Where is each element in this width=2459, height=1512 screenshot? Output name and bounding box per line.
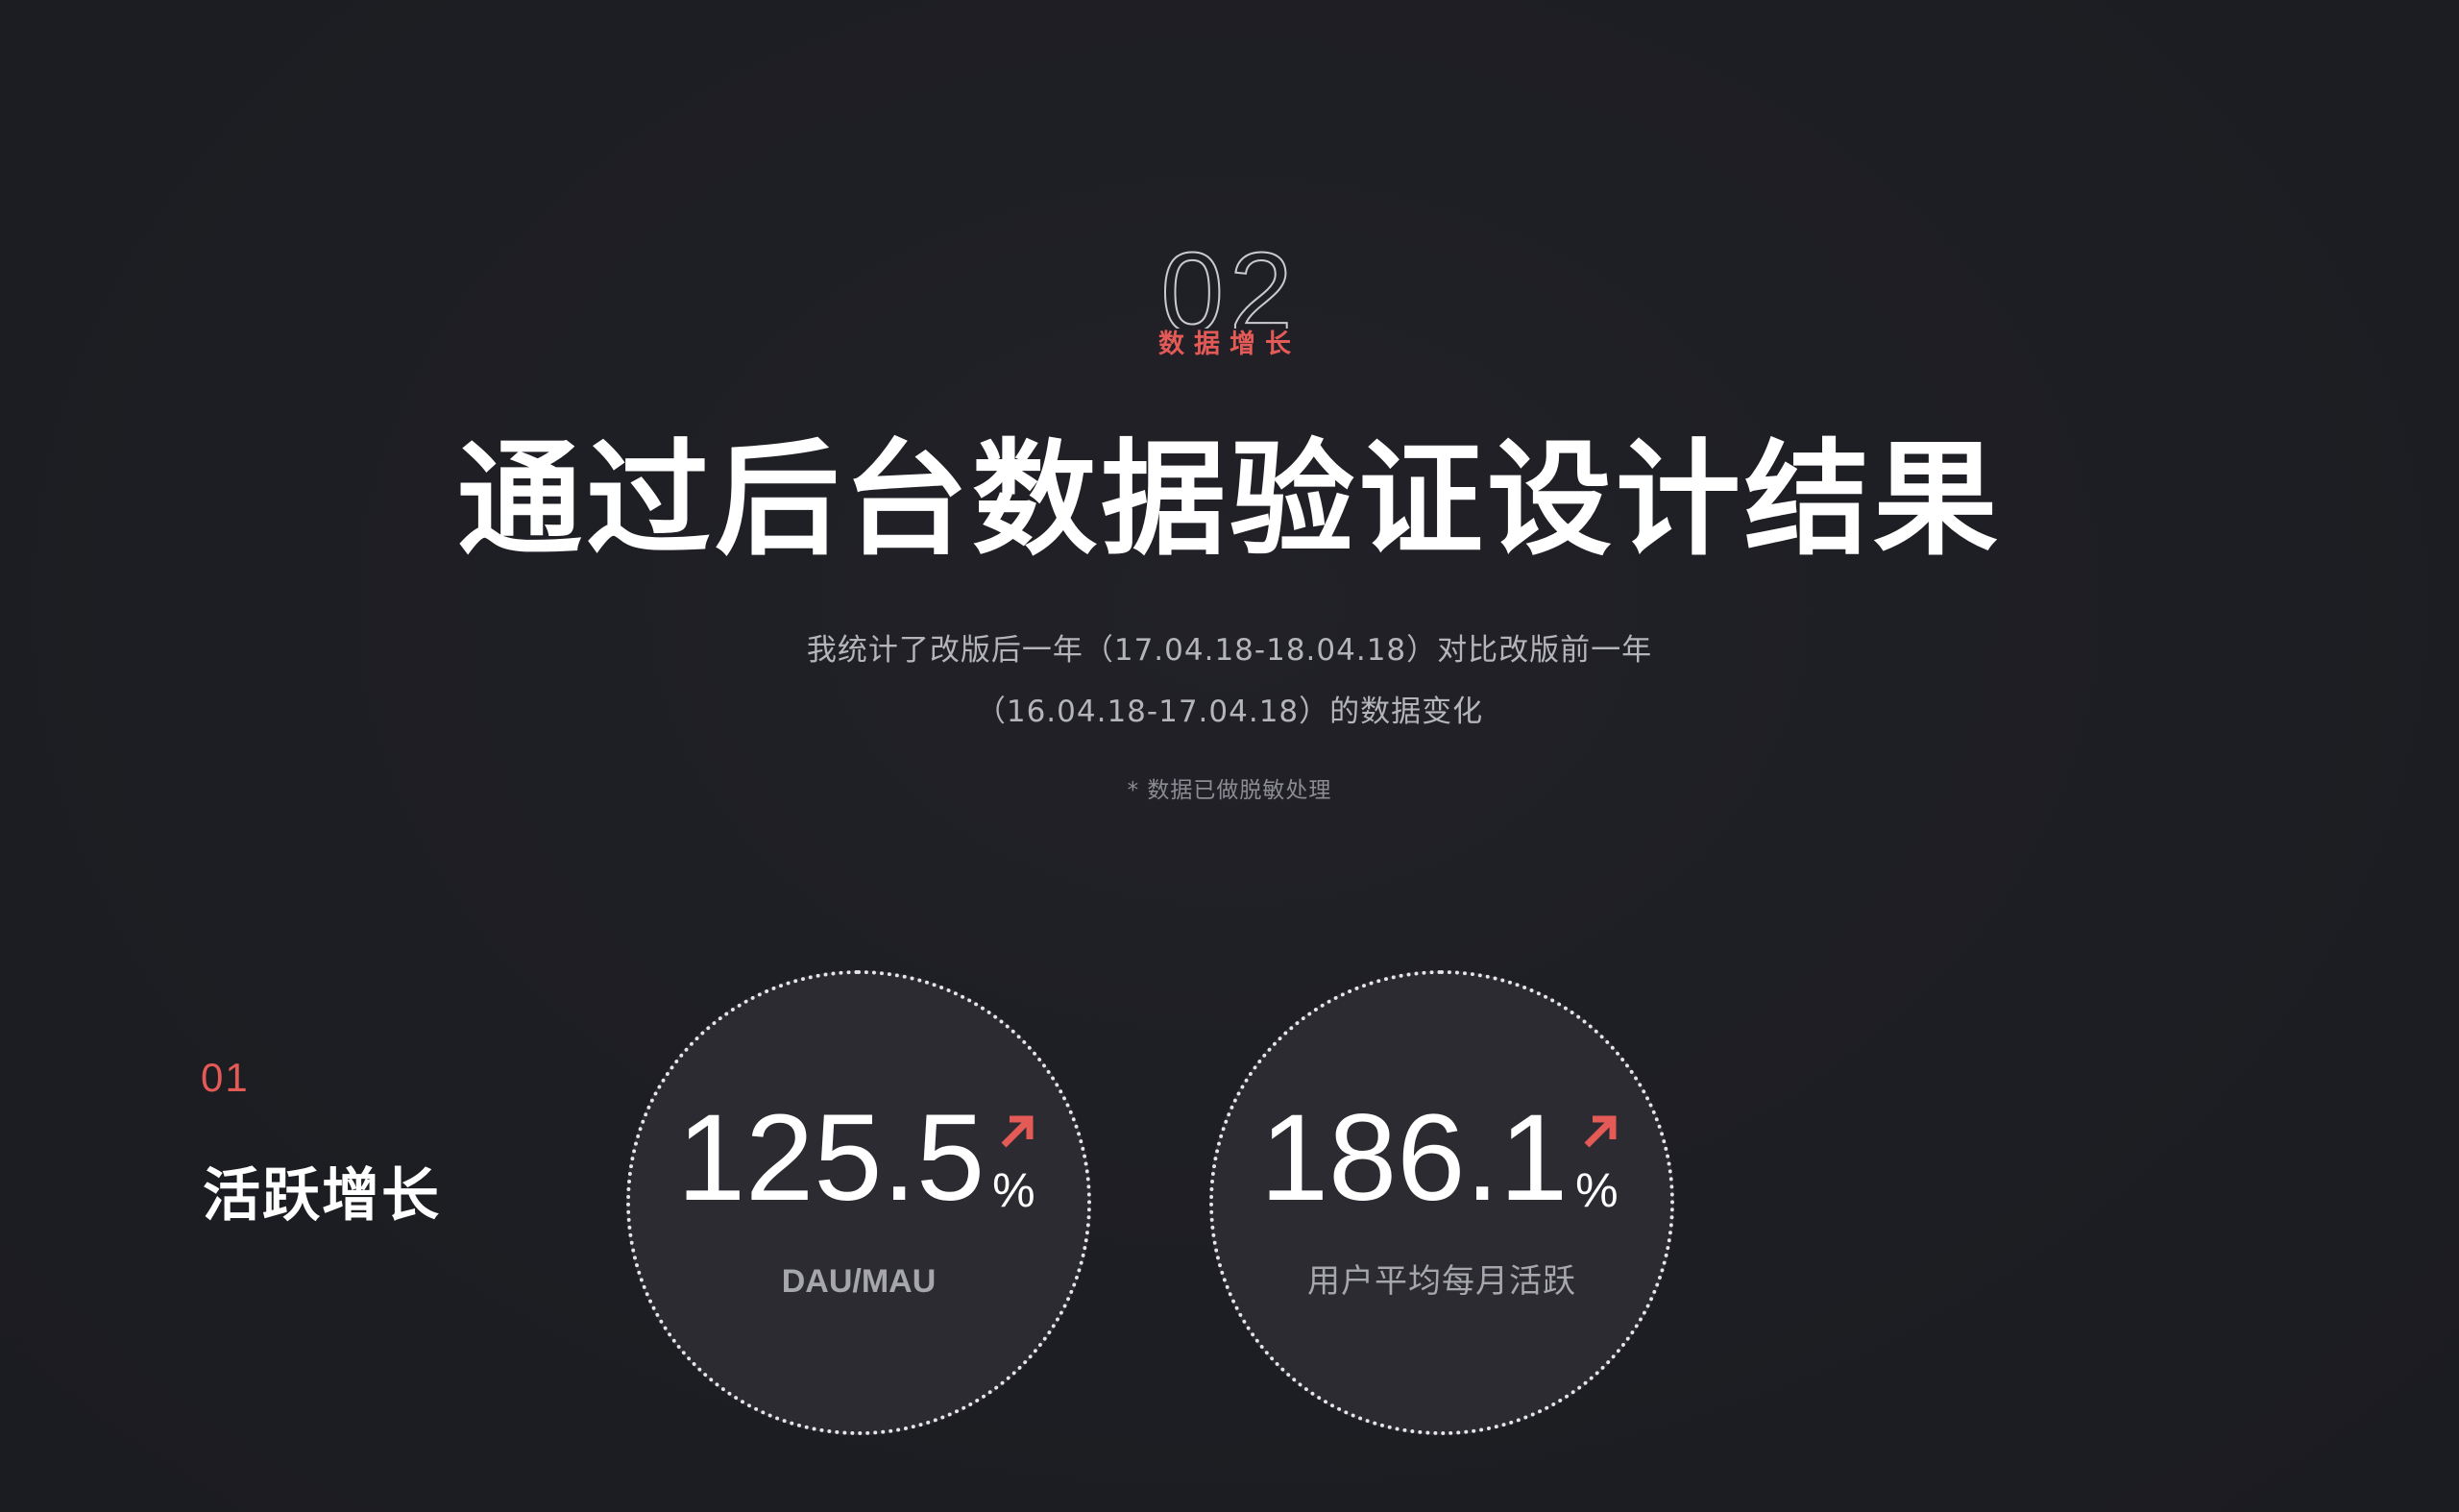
- stat-suffix: %: [990, 1097, 1040, 1220]
- description-line-2: （16.04.18-17.04.18）的数据变化: [975, 695, 1484, 729]
- stat-label: DAU/MAU: [781, 1263, 937, 1300]
- section-number: 02: [1159, 236, 1299, 329]
- stat-value: 125.5: [676, 1089, 986, 1227]
- arrow-up-right-icon: [1001, 1115, 1034, 1148]
- subsection-number: 01: [201, 1055, 250, 1100]
- stat-label: 用户平均每月活跃: [1307, 1262, 1576, 1301]
- stat-value: 186.1: [1259, 1089, 1569, 1227]
- description-line-1: 我统计了改版后一年（17.04.18-18.04.18）对比改版前一年: [806, 633, 1653, 668]
- stat-unit: %: [992, 1163, 1035, 1217]
- stat-suffix: %: [1573, 1097, 1623, 1220]
- page-title: 通过后台数据验证设计结果: [456, 427, 2002, 573]
- section-tag: 数据增长: [1158, 329, 1301, 359]
- stat-card-monthly-active: 186.1 % 用户平均每月活跃: [1209, 970, 1674, 1435]
- arrow-up-right-icon: [1584, 1115, 1617, 1148]
- stat-value-row: 125.5 %: [630, 1097, 1087, 1220]
- data-note: * 数据已做脱敏处理: [1127, 778, 1332, 803]
- subsection-title: 活跃增长: [203, 1162, 441, 1230]
- stat-unit: %: [1575, 1163, 1619, 1217]
- stat-card-dau-mau: 125.5 % DAU/MAU: [626, 970, 1091, 1435]
- stat-value-row: 186.1 %: [1213, 1097, 1670, 1220]
